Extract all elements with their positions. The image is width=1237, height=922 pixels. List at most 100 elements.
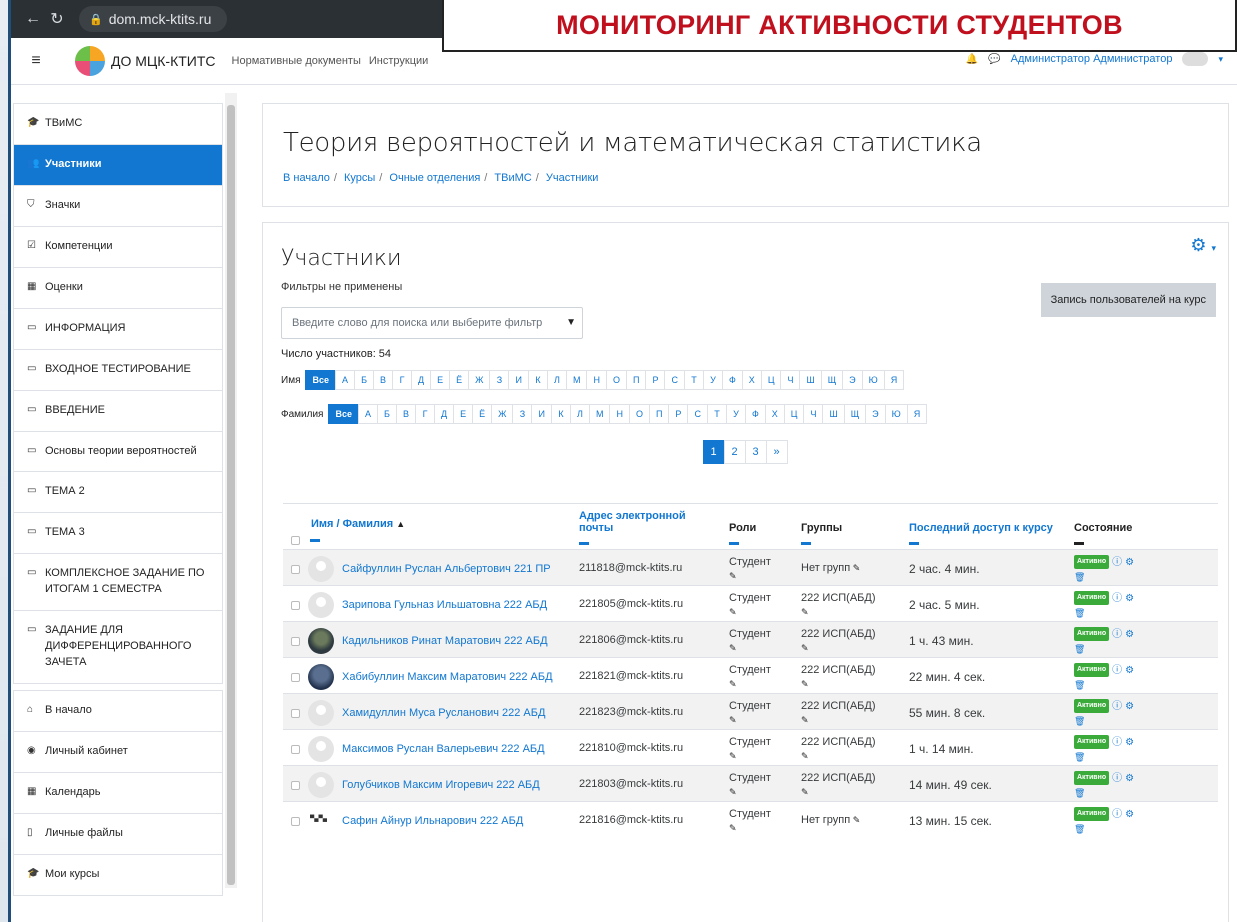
first-name-letter[interactable]: Х — [741, 370, 762, 390]
gear-icon[interactable]: ⚙ — [1125, 665, 1134, 676]
first-name-letter[interactable]: Р — [645, 370, 666, 390]
first-name-letter[interactable]: Д — [411, 370, 432, 390]
chevron-down-icon[interactable]: ▾ — [1218, 54, 1223, 65]
first-name-letter[interactable]: П — [625, 370, 647, 390]
nav-link-documents[interactable]: Нормативные документы — [232, 55, 361, 67]
avatar[interactable] — [308, 664, 334, 690]
filter-search-input[interactable]: Введите слово для поиска или выберите фи… — [281, 307, 583, 339]
first-name-letter-all[interactable]: Все — [305, 370, 336, 390]
sidebar-item-course-10[interactable]: ▭ ТЕМА 3 — [14, 513, 222, 555]
pencil-icon[interactable]: ✎ — [801, 786, 901, 798]
select-all-checkbox[interactable] — [291, 536, 300, 545]
pencil-icon[interactable]: ✎ — [801, 714, 901, 726]
user-name-link[interactable]: Кадильников Ринат Маратович 222 АБД — [342, 635, 548, 647]
user-avatar[interactable] — [1182, 52, 1209, 66]
info-icon[interactable]: ⓘ — [1112, 737, 1122, 748]
sidebar-item-course-0[interactable]: 🎓 ТВиМС — [14, 104, 222, 145]
gear-icon[interactable]: ⚙ — [1125, 629, 1134, 640]
info-icon[interactable]: ⓘ — [1112, 809, 1122, 820]
col-status-collapse[interactable] — [1074, 542, 1084, 545]
site-name[interactable]: ДО МЦК-КТИТС — [111, 53, 216, 69]
first-name-letter[interactable]: Ц — [760, 370, 782, 390]
first-name-letter[interactable]: М — [565, 370, 588, 390]
col-email-label[interactable]: Адрес электронной почты — [579, 510, 686, 534]
gear-icon[interactable]: ⚙ — [1125, 809, 1134, 820]
first-name-letter[interactable]: Н — [586, 370, 607, 390]
last-name-letter[interactable]: Е — [453, 404, 474, 424]
pencil-icon[interactable]: ✎ — [729, 786, 793, 798]
gear-icon[interactable]: ⚙ — [1125, 737, 1134, 748]
first-name-letter[interactable]: О — [605, 370, 627, 390]
col-roles-collapse[interactable] — [729, 542, 739, 545]
col-name[interactable]: Имя / Фамилия ▲ — [283, 503, 575, 550]
last-name-letter[interactable]: Щ — [843, 404, 867, 424]
info-icon[interactable]: ⓘ — [1112, 773, 1122, 784]
sidebar-scrollbar[interactable] — [225, 93, 237, 888]
first-name-letter[interactable]: Ш — [799, 370, 822, 390]
pencil-icon[interactable]: ✎ — [729, 606, 793, 618]
sidebar-item-course-6[interactable]: ▭ ВХОДНОЕ ТЕСТИРОВАНИЕ — [14, 350, 222, 391]
col-last-access-label[interactable]: Последний доступ к курсу — [909, 522, 1053, 534]
pencil-icon[interactable]: ✎ — [729, 750, 793, 762]
sidebar-item-course-1[interactable]: 👥 Участники — [14, 144, 222, 186]
page-link[interactable]: 1 — [702, 440, 725, 464]
col-email[interactable]: Адрес электронной почты — [575, 503, 725, 550]
first-name-letter[interactable]: Т — [683, 370, 704, 390]
last-name-letter[interactable]: Ю — [884, 404, 908, 424]
last-name-letter[interactable]: Б — [377, 404, 397, 424]
gear-icon[interactable]: ⚙ — [1125, 701, 1134, 712]
col-last-access[interactable]: Последний доступ к курсу — [905, 503, 1070, 550]
row-checkbox[interactable] — [291, 708, 300, 718]
first-name-letter[interactable]: Е — [430, 370, 451, 390]
sidebar-item-site-1[interactable]: ◉ Личный кабинет — [14, 732, 222, 773]
pencil-icon[interactable]: ✎ — [850, 815, 861, 825]
last-name-letter[interactable]: О — [628, 404, 650, 424]
last-name-letter[interactable]: Р — [668, 404, 689, 424]
avatar[interactable]: ▀▄▀▄ — [308, 808, 334, 834]
last-name-letter[interactable]: Э — [865, 404, 886, 424]
last-name-letter[interactable]: М — [588, 404, 611, 424]
user-name-link[interactable]: Максимов Руслан Валерьевич 222 АБД — [342, 743, 545, 755]
row-checkbox[interactable] — [291, 636, 300, 646]
info-icon[interactable]: ⓘ — [1112, 629, 1122, 640]
hamburger-menu-icon[interactable]: ≡ — [19, 46, 53, 76]
col-groups-collapse[interactable] — [801, 542, 811, 545]
first-name-letter[interactable]: Б — [354, 370, 375, 390]
sort-up-icon[interactable]: ▲ — [396, 519, 405, 529]
last-name-letter-all[interactable]: Все — [328, 404, 359, 424]
trash-icon[interactable]: 🗑 — [1074, 643, 1214, 655]
last-name-letter[interactable]: Я — [906, 404, 928, 424]
sidebar-item-course-12[interactable]: ▭ ЗАДАНИЕ ДЛЯ ДИФФЕРЕНЦИРОВАННОГО ЗАЧЕТА — [14, 611, 222, 683]
user-name[interactable]: Администратор Администратор — [1011, 53, 1173, 65]
sidebar-item-site-2[interactable]: ▦ Календарь — [14, 773, 222, 814]
trash-icon[interactable]: 🗑 — [1074, 607, 1214, 619]
first-name-letter[interactable]: И — [508, 370, 529, 390]
first-name-letter[interactable]: У — [702, 370, 723, 390]
breadcrumb-participants[interactable]: Участники — [546, 172, 599, 184]
user-name-link[interactable]: Зарипова Гульназ Ильшатовна 222 АБД — [342, 599, 547, 611]
last-name-letter[interactable]: Н — [609, 404, 630, 424]
trash-icon[interactable]: 🗑 — [1074, 571, 1214, 583]
page-link[interactable]: 2 — [723, 440, 746, 464]
info-icon[interactable]: ⓘ — [1112, 593, 1122, 604]
sidebar-item-course-3[interactable]: ☑ Компетенции — [14, 227, 222, 268]
sidebar-item-course-2[interactable]: ⛉ Значки — [14, 186, 222, 227]
pencil-icon[interactable]: ✎ — [729, 822, 793, 834]
trash-icon[interactable]: 🗑 — [1074, 751, 1214, 763]
last-name-letter[interactable]: Ч — [803, 404, 824, 424]
sidebar-item-course-4[interactable]: ▦ Оценки — [14, 268, 222, 309]
first-name-letter[interactable]: Ё — [449, 370, 470, 390]
sidebar-item-site-0[interactable]: ⌂ В начало — [14, 691, 222, 732]
last-name-letter[interactable]: Ш — [822, 404, 845, 424]
trash-icon[interactable]: 🗑 — [1074, 823, 1214, 835]
col-last-access-collapse[interactable] — [909, 542, 919, 545]
row-checkbox[interactable] — [291, 672, 300, 682]
user-name-link[interactable]: Хамидуллин Муса Русланович 222 АБД — [342, 707, 545, 719]
scrollbar-thumb[interactable] — [227, 105, 235, 885]
reload-icon[interactable]: ↻ — [45, 9, 69, 29]
sidebar-item-site-3[interactable]: ▯ Личные файлы — [14, 814, 222, 855]
address-bar[interactable]: 🔒 dom.mck-ktits.ru — [79, 6, 227, 32]
row-checkbox[interactable] — [291, 564, 300, 574]
col-name-label[interactable]: Имя / Фамилия — [311, 518, 393, 530]
first-name-letter[interactable]: Ф — [721, 370, 743, 390]
